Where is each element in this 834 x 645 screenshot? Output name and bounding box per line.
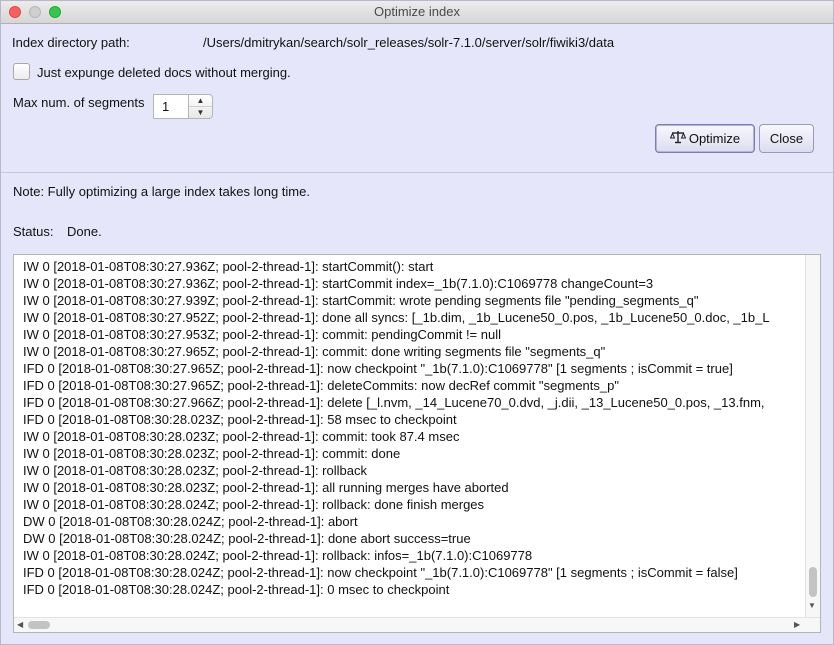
log-line: IW 0 [2018-01-08T08:30:28.023Z; pool-2-t…: [23, 463, 367, 478]
log-line: IFD 0 [2018-01-08T08:30:28.023Z; pool-2-…: [23, 412, 457, 427]
scroll-right-arrow-icon[interactable]: ▶: [794, 620, 800, 629]
expunge-label[interactable]: Just expunge deleted docs without mergin…: [37, 65, 291, 80]
log-line: IFD 0 [2018-01-08T08:30:28.024Z; pool-2-…: [23, 582, 450, 597]
close-dot-icon[interactable]: [9, 6, 21, 18]
minimize-dot-icon[interactable]: [29, 6, 41, 18]
scroll-down-arrow-icon[interactable]: ▼: [808, 601, 816, 610]
log-line: IW 0 [2018-01-08T08:30:28.024Z; pool-2-t…: [23, 548, 533, 563]
log-line: IFD 0 [2018-01-08T08:30:28.024Z; pool-2-…: [23, 565, 738, 580]
log-line: IW 0 [2018-01-08T08:30:28.024Z; pool-2-t…: [23, 497, 485, 512]
stepper-down-icon[interactable]: ▼: [189, 107, 212, 118]
optimize-button[interactable]: Optimize: [655, 124, 755, 153]
status-label: Status:: [13, 224, 54, 239]
max-segments-label: Max num. of segments: [13, 95, 145, 110]
log-output-area[interactable]: IW 0 [2018-01-08T08:30:27.936Z; pool-2-t…: [13, 254, 821, 633]
note-text: Note: Fully optimizing a large index tak…: [13, 184, 310, 199]
window-title: Optimize index: [374, 4, 460, 19]
maximize-dot-icon[interactable]: [49, 6, 61, 18]
log-line: IW 0 [2018-01-08T08:30:27.939Z; pool-2-t…: [23, 293, 699, 308]
log-line: IW 0 [2018-01-08T08:30:28.023Z; pool-2-t…: [23, 429, 460, 444]
log-line: IW 0 [2018-01-08T08:30:27.936Z; pool-2-t…: [23, 276, 654, 291]
log-line: IW 0 [2018-01-08T08:30:27.953Z; pool-2-t…: [23, 327, 501, 342]
stepper-up-icon[interactable]: ▲: [189, 95, 212, 107]
title-bar[interactable]: Optimize index: [1, 1, 833, 24]
section-divider: [1, 172, 833, 173]
index-path-value: /Users/dmitrykan/search/solr_releases/so…: [203, 35, 615, 50]
log-line: IW 0 [2018-01-08T08:30:27.936Z; pool-2-t…: [23, 259, 434, 274]
log-line: IFD 0 [2018-01-08T08:30:27.965Z; pool-2-…: [23, 361, 733, 376]
scroll-left-arrow-icon[interactable]: ◀: [17, 620, 23, 629]
log-line: IW 0 [2018-01-08T08:30:27.965Z; pool-2-t…: [23, 344, 606, 359]
log-line: IFD 0 [2018-01-08T08:30:27.965Z; pool-2-…: [23, 378, 619, 393]
log-line: IW 0 [2018-01-08T08:30:28.023Z; pool-2-t…: [23, 480, 509, 495]
log-line: IW 0 [2018-01-08T08:30:27.952Z; pool-2-t…: [23, 310, 770, 325]
scale-icon: [669, 126, 687, 153]
log-line: IFD 0 [2018-01-08T08:30:27.966Z; pool-2-…: [23, 395, 765, 410]
log-horizontal-scrollbar[interactable]: ◀ ▶: [14, 617, 820, 632]
close-button[interactable]: Close: [759, 124, 814, 153]
log-line: DW 0 [2018-01-08T08:30:28.024Z; pool-2-t…: [23, 514, 358, 529]
status-value: Done.: [67, 224, 102, 239]
vertical-scroll-thumb[interactable]: [809, 567, 817, 597]
optimize-index-dialog: Optimize index Index directory path: /Us…: [0, 0, 834, 645]
expunge-checkbox[interactable]: [13, 63, 30, 80]
log-line: IW 0 [2018-01-08T08:30:28.023Z; pool-2-t…: [23, 446, 401, 461]
max-segments-stepper[interactable]: ▲ ▼: [188, 94, 213, 119]
horizontal-scroll-thumb[interactable]: [28, 621, 50, 629]
log-lines: IW 0 [2018-01-08T08:30:27.936Z; pool-2-t…: [23, 258, 805, 598]
log-line: DW 0 [2018-01-08T08:30:28.024Z; pool-2-t…: [23, 531, 471, 546]
index-path-label: Index directory path:: [12, 35, 130, 50]
log-vertical-scrollbar[interactable]: ▼: [805, 255, 820, 617]
optimize-button-label: Optimize: [688, 131, 741, 146]
max-segments-input[interactable]: 1: [153, 94, 189, 119]
